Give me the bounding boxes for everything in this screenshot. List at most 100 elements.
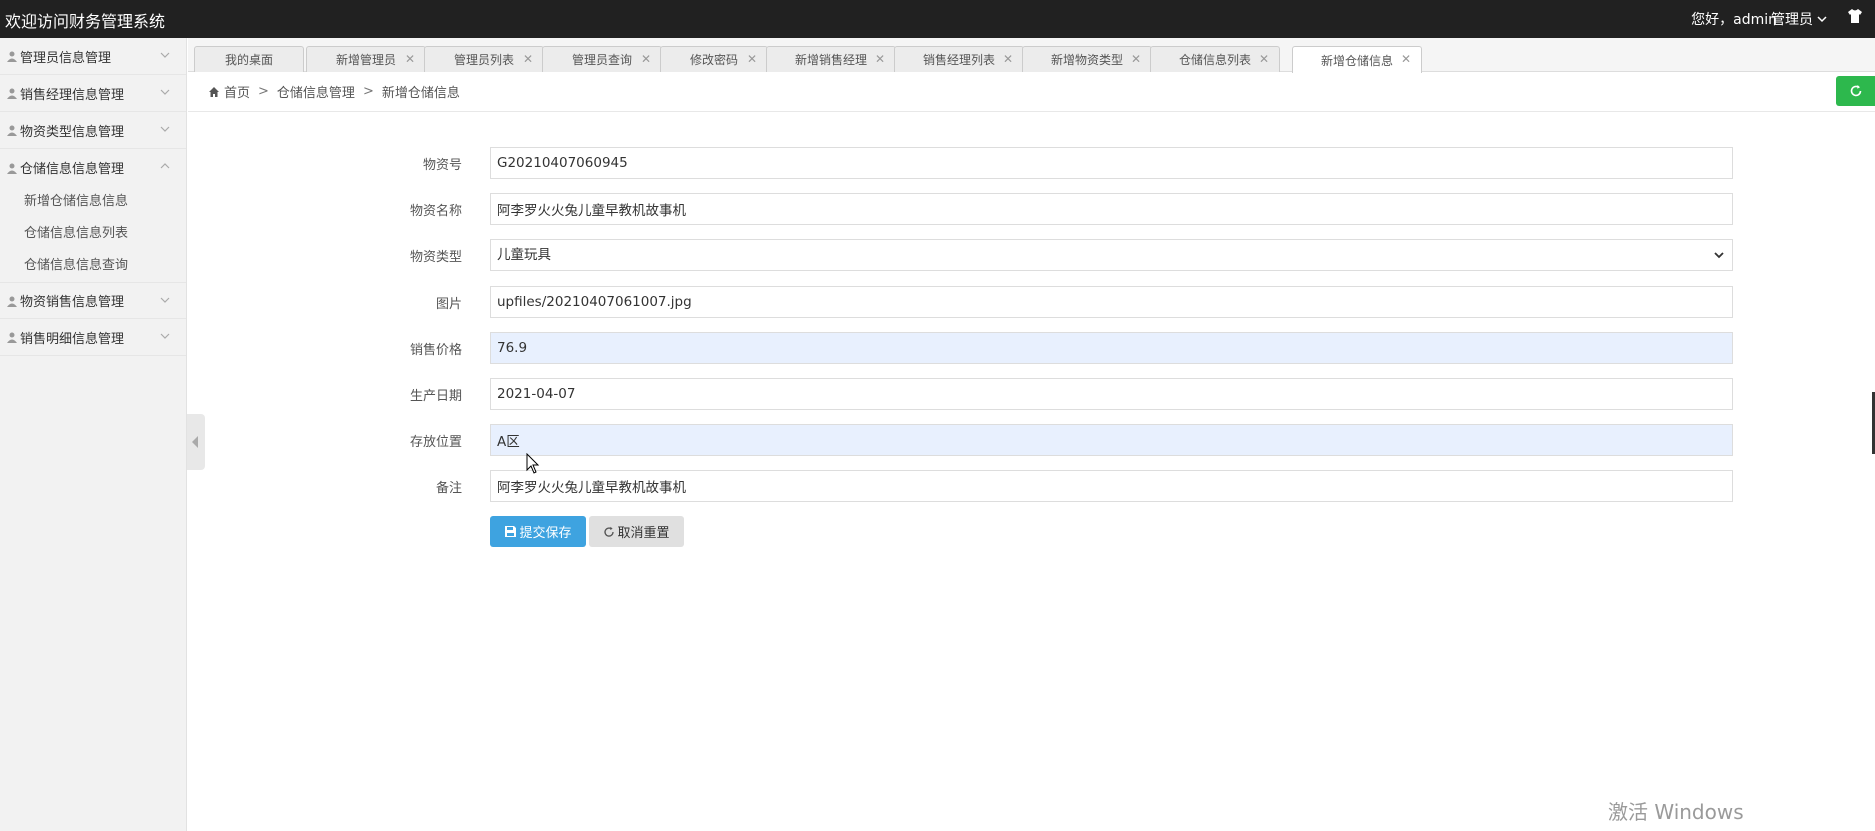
sidebar-group-label: 销售明细信息管理: [20, 331, 125, 347]
sidebar-group-material-type[interactable]: 物资类型信息管理: [0, 112, 186, 149]
reset-icon: [604, 526, 615, 537]
tab-label: 修改密码: [689, 53, 738, 67]
app-title: 欢迎访问财务管理系统: [5, 12, 166, 31]
chevron-down-icon: [160, 89, 170, 95]
tab-label: 新增仓储信息: [1320, 53, 1393, 68]
user-greeting: 您好，admin: [1691, 12, 1777, 28]
user-icon: [7, 296, 17, 307]
top-bar: 欢迎访问财务管理系统 您好，admin 管理员: [0, 0, 1875, 38]
save-label: 提交保存: [519, 526, 572, 541]
sidebar-group-material-sales[interactable]: 物资销售信息管理: [0, 282, 186, 319]
tab-label: 我的桌面: [224, 53, 273, 67]
chevron-down-icon: [1817, 16, 1827, 23]
close-icon[interactable]: ✕: [747, 52, 757, 66]
tab-add-storage[interactable]: 新增仓储信息 ✕: [1292, 46, 1422, 73]
label-price: 销售价格: [409, 343, 462, 358]
sidebar-group-sales-detail[interactable]: 销售明细信息管理: [0, 319, 186, 356]
save-icon: [505, 526, 517, 537]
row-production-date: 生产日期: [380, 378, 1735, 410]
material-type-value: 儿童玩具: [497, 247, 551, 263]
submit-save-button[interactable]: 提交保存: [490, 516, 586, 547]
user-icon: [7, 88, 17, 99]
tab-label: 销售经理列表: [922, 53, 995, 67]
close-icon[interactable]: ✕: [1131, 52, 1141, 66]
row-location: 存放位置: [380, 424, 1735, 456]
breadcrumb-separator: >: [362, 84, 374, 99]
sidebar-item-storage-list[interactable]: 仓储信息信息列表: [0, 218, 186, 250]
material-no-input[interactable]: [490, 147, 1733, 179]
close-icon[interactable]: ✕: [641, 52, 651, 66]
sidebar-group-label: 仓储信息信息管理: [20, 162, 125, 177]
sidebar-item-storage-query[interactable]: 仓储信息信息查询: [0, 250, 186, 282]
windows-activation-watermark: 激活 Windows: [1608, 800, 1744, 824]
row-material-name: 物资名称: [380, 193, 1735, 225]
price-input[interactable]: [490, 332, 1733, 364]
tab-admin-query[interactable]: 管理员查询 ✕: [542, 46, 662, 72]
sidebar-group-storage[interactable]: 仓储信息信息管理: [0, 149, 186, 186]
sidebar-item-add-storage[interactable]: 新增仓储信息信息: [0, 186, 186, 218]
tab-storage-list[interactable]: 仓储信息列表 ✕: [1150, 46, 1280, 72]
row-image: 图片: [380, 286, 1735, 318]
refresh-icon: [1850, 85, 1861, 97]
tab-add-sales-manager[interactable]: 新增销售经理 ✕: [766, 46, 896, 72]
breadcrumb-section[interactable]: 仓储信息管理: [277, 82, 355, 101]
close-icon[interactable]: ✕: [523, 52, 533, 66]
chevron-down-icon: [160, 333, 170, 339]
tab-add-admin[interactable]: 新增管理员 ✕: [306, 46, 426, 72]
cancel-reset-button[interactable]: 取消重置: [589, 516, 684, 547]
material-name-input[interactable]: [490, 193, 1733, 225]
close-icon[interactable]: ✕: [405, 52, 415, 66]
tab-sales-manager-list[interactable]: 销售经理列表 ✕: [894, 46, 1024, 72]
user-icon: [7, 163, 17, 174]
chevron-down-icon: [160, 52, 170, 58]
tab-change-password[interactable]: 修改密码 ✕: [660, 46, 768, 72]
storage-submenu: 新增仓储信息信息 仓储信息信息列表 仓储信息信息查询: [0, 186, 186, 282]
sidebar-group-admin[interactable]: 管理员信息管理: [0, 38, 186, 75]
refresh-button[interactable]: [1836, 76, 1875, 106]
sidebar-group-sales-manager[interactable]: 销售经理信息管理: [0, 75, 186, 112]
mouse-cursor-icon: [526, 453, 540, 474]
tab-desktop[interactable]: 我的桌面: [194, 46, 304, 72]
breadcrumb: 首页 > 仓储信息管理 > 新增仓储信息: [188, 72, 1875, 112]
user-icon: [7, 332, 17, 343]
tab-label: 新增管理员: [335, 53, 396, 67]
label-remark: 备注: [435, 481, 462, 496]
row-material-type: 物资类型 儿童玩具: [380, 239, 1735, 271]
label-material-no: 物资号: [422, 158, 462, 173]
remark-input[interactable]: [490, 470, 1733, 502]
role-menu[interactable]: 管理员: [1771, 9, 1827, 29]
tab-label: 仓储信息列表: [1178, 53, 1251, 67]
location-input[interactable]: [490, 424, 1733, 456]
tab-label: 管理员查询: [571, 53, 632, 67]
close-icon[interactable]: ✕: [1401, 52, 1411, 66]
sidebar-collapse-handle[interactable]: [187, 414, 205, 470]
breadcrumb-separator: >: [258, 84, 269, 99]
label-image: 图片: [435, 297, 462, 312]
close-icon[interactable]: ✕: [1259, 52, 1269, 66]
label-material-name: 物资名称: [409, 204, 462, 219]
tab-label: 新增销售经理: [794, 53, 867, 67]
label-location: 存放位置: [409, 435, 462, 450]
label-production-date: 生产日期: [409, 389, 462, 404]
role-label: 管理员: [1771, 12, 1813, 28]
user-icon: [7, 51, 17, 62]
sidebar-group-label: 管理员信息管理: [20, 50, 112, 66]
image-path-input[interactable]: [490, 286, 1733, 318]
chevron-down-icon: [160, 126, 170, 132]
breadcrumb-current: 新增仓储信息: [381, 86, 460, 101]
tab-bar: 我的桌面 新增管理员 ✕ 管理员列表 ✕ 管理员查询 ✕ 修改密码 ✕ 新增销售经理 ✕ …: [188, 38, 1875, 73]
production-date-input[interactable]: [490, 378, 1733, 410]
tab-label: 管理员列表: [453, 53, 514, 67]
theme-shirt-icon[interactable]: [1845, 7, 1865, 29]
tab-add-material-type[interactable]: 新增物资类型 ✕: [1022, 46, 1152, 72]
tab-label: 新增物资类型: [1050, 53, 1123, 67]
close-icon[interactable]: ✕: [875, 52, 885, 66]
tab-admin-list[interactable]: 管理员列表 ✕: [424, 46, 544, 72]
material-type-select[interactable]: 儿童玩具: [490, 239, 1733, 271]
chevron-down-icon: [160, 297, 170, 303]
close-icon[interactable]: ✕: [1003, 52, 1013, 66]
sidebar-group-label: 销售经理信息管理: [20, 87, 125, 103]
sidebar-group-label: 物资销售信息管理: [20, 295, 125, 310]
sidebar-group-label: 物资类型信息管理: [20, 124, 125, 140]
breadcrumb-home[interactable]: 首页: [224, 82, 250, 101]
